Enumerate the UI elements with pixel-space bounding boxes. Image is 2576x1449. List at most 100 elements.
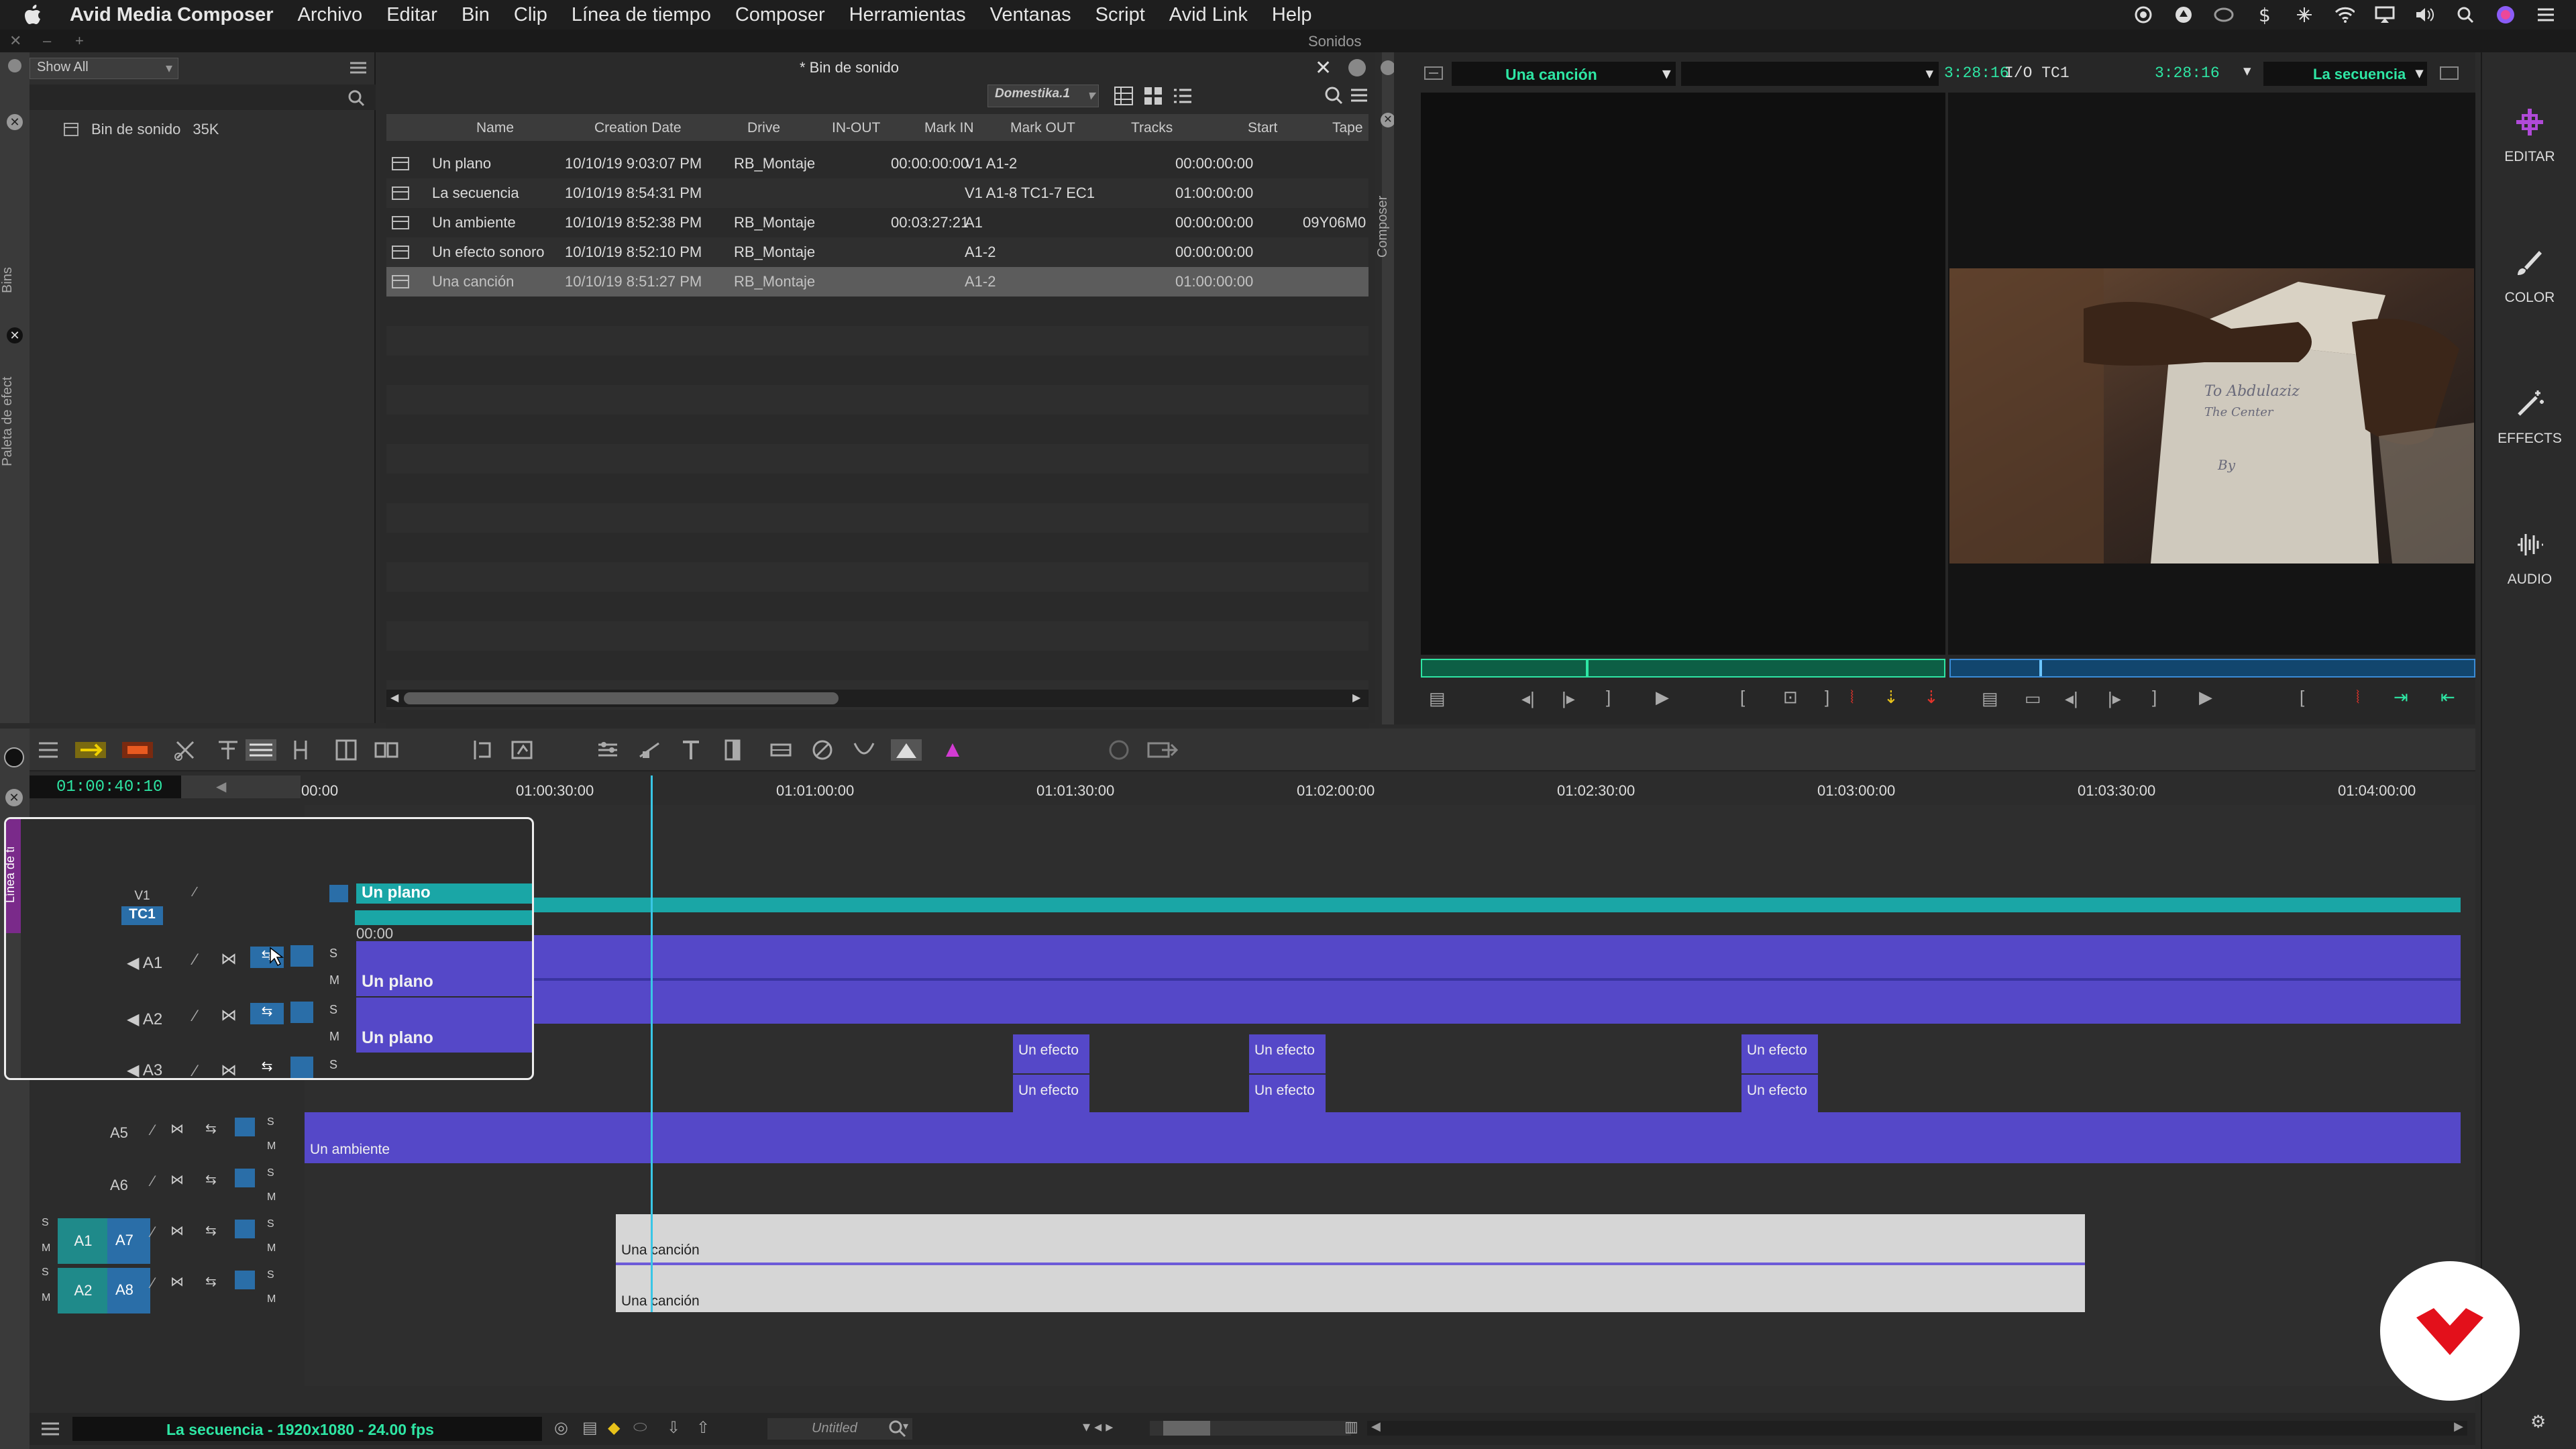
title-tool-icon[interactable] <box>679 738 703 762</box>
wifi-icon[interactable] <box>2334 5 2355 25</box>
play-source-icon[interactable]: ▶ <box>1656 687 1669 708</box>
mark-out-source-icon[interactable]: ] <box>1606 687 1611 708</box>
col-tape[interactable]: Tape <box>1332 120 1363 136</box>
composer-dot-icon[interactable] <box>1381 60 1395 75</box>
search-icon[interactable] <box>888 1419 907 1438</box>
bin-row[interactable]: Un plano 10/10/19 9:03:07 PM RB_Montaje 00:… <box>386 149 1368 178</box>
monitor-icon[interactable] <box>235 1169 255 1187</box>
bin-options-icon[interactable] <box>1348 59 1366 76</box>
waveform-icon[interactable]: ⋈ <box>170 1171 184 1188</box>
split-icon[interactable] <box>334 738 358 762</box>
mute-a8[interactable]: M <box>42 1292 50 1304</box>
scroll-left-icon[interactable]: ◀ <box>1371 1419 1381 1434</box>
monitor-icon[interactable] <box>290 945 313 967</box>
solo-toggle[interactable]: S <box>329 1058 337 1072</box>
source-monitor[interactable] <box>1421 93 1945 655</box>
trim-icon[interactable] <box>216 738 240 762</box>
solo-toggle[interactable]: S <box>267 1167 274 1179</box>
snap-icon[interactable] <box>890 738 923 762</box>
mute-a7[interactable]: M <box>42 1242 50 1254</box>
source-patch-a1[interactable]: A1 <box>58 1218 109 1264</box>
workspace-color[interactable]: COLOR <box>2482 220 2576 354</box>
waveform-icon[interactable]: ⋈ <box>221 1061 237 1078</box>
bin-row[interactable]: Una canción 10/10/19 8:51:27 PM RB_Montaje… <box>386 267 1368 297</box>
timeline-timecode-display[interactable]: 01:00:40:10 <box>30 775 181 798</box>
source-position-indicator[interactable] <box>1586 660 1589 676</box>
link-clips-icon[interactable] <box>374 738 398 762</box>
scroll-left-icon[interactable]: ◀ <box>390 691 398 704</box>
monitor-icon[interactable] <box>235 1220 255 1238</box>
monitor-icon[interactable] <box>235 1118 255 1136</box>
list-view-icon[interactable] <box>1173 86 1193 106</box>
record-position-indicator[interactable] <box>2039 660 2042 676</box>
upload-icon[interactable] <box>2174 5 2194 25</box>
monitor-icon[interactable] <box>235 1271 255 1289</box>
a3-clip-efecto-3[interactable]: Un efecto <box>1741 1034 1818 1073</box>
segment-mode-red-icon[interactable] <box>121 738 154 762</box>
add-icon[interactable]: + <box>75 32 84 50</box>
chevron-down-icon[interactable]: ▾ <box>2243 62 2251 80</box>
playhead[interactable] <box>651 775 653 1312</box>
timeline-menu-icon[interactable] <box>36 738 60 762</box>
overwrite-icon[interactable]: ⇣ <box>1924 687 1939 708</box>
mute-toggle[interactable]: M <box>267 1293 276 1305</box>
monitor-icon[interactable] <box>290 1057 313 1078</box>
waveform-icon[interactable]: ⋈ <box>170 1120 184 1137</box>
mute-toggle[interactable]: M <box>267 1191 276 1203</box>
add-edit-icon[interactable] <box>288 738 313 762</box>
source-patch-a2[interactable]: A2 <box>58 1268 109 1313</box>
timeline-options-icon[interactable] <box>40 1421 60 1437</box>
bin-search-field[interactable] <box>30 85 376 110</box>
play-record-icon[interactable]: ▶ <box>2199 687 2212 708</box>
mute-toggle[interactable]: M <box>267 1140 276 1152</box>
record-sequence-menu[interactable]: La secuencia ▾ <box>2263 62 2427 86</box>
a3-clip-efecto-1[interactable]: Un efecto <box>1013 1034 1089 1073</box>
cut-icon[interactable] <box>173 738 197 762</box>
monitor-icon[interactable] <box>290 1002 313 1023</box>
col-name[interactable]: Name <box>476 120 514 136</box>
frame-view-icon[interactable] <box>1114 86 1134 106</box>
upload-icon[interactable]: ⇧ <box>696 1418 710 1438</box>
network-icon[interactable] <box>2294 5 2314 25</box>
solo-toggle[interactable]: S <box>329 1003 337 1017</box>
bin-row[interactable]: La secuencia 10/10/19 8:54:31 PM V1 A1-8 T… <box>386 178 1368 208</box>
splice-in-icon[interactable]: ⇣ <box>1884 687 1898 708</box>
menu-ventanas[interactable]: Ventanas <box>990 4 1071 26</box>
mute-toggle[interactable]: M <box>267 1242 276 1254</box>
v1-sync-icon[interactable]: ⁄ <box>194 885 206 902</box>
export-icon[interactable] <box>1146 738 1179 762</box>
link-icon[interactable] <box>1424 66 1444 80</box>
audio-mixer-icon[interactable] <box>596 738 620 762</box>
close-bin-panel-icon[interactable]: ✕ <box>1315 56 1332 80</box>
composer-fullscreen-icon[interactable] <box>2439 66 2459 80</box>
marker-tool-icon[interactable] <box>720 738 745 762</box>
scroll-left-icon[interactable]: ◀ <box>216 778 226 795</box>
gain-icon[interactable] <box>637 738 661 762</box>
volume-keyframe-icon[interactable]: ⇆ <box>205 1120 217 1137</box>
a5-clip-ambiente[interactable]: Un ambiente <box>305 1112 2461 1163</box>
col-mark-in[interactable]: Mark IN <box>924 120 974 136</box>
record-menu-icon[interactable]: ▤ <box>1982 688 1998 709</box>
col-mark-out[interactable]: Mark OUT <box>1010 120 1075 136</box>
waveform-icon[interactable]: ⋈ <box>221 1006 237 1025</box>
app-name-menu[interactable]: Avid Media Composer <box>70 4 273 26</box>
mute-toggle[interactable]: M <box>329 1030 339 1044</box>
mute-toggle[interactable]: M <box>329 973 339 987</box>
volume-keyframe-icon[interactable]: ⇆ <box>205 1171 217 1188</box>
record-step-back-icon[interactable]: ◂| <box>2065 688 2078 709</box>
minimize-icon[interactable]: – <box>43 32 51 50</box>
solo-a8[interactable]: S <box>42 1267 49 1279</box>
view-dropdown[interactable]: Domestika.1 ▾ <box>987 85 1099 107</box>
timeline-ruler[interactable]: 00:00 01:00:30:00 01:01:00:00 01:01:30:0… <box>301 775 2475 805</box>
volume-icon[interactable] <box>2415 5 2435 25</box>
segment-mode-yellow-icon[interactable] <box>74 738 107 762</box>
zoom-left-icon[interactable]: ▾ ◂ ▸ <box>1083 1418 1113 1436</box>
creative-cloud-icon[interactable] <box>2214 5 2234 25</box>
record-clear-icon[interactable]: ⦚ <box>2356 687 2359 708</box>
solo-toggle[interactable]: S <box>267 1269 274 1281</box>
scroll-right-icon[interactable]: ▶ <box>2454 1419 2463 1434</box>
timeline-view-icon[interactable] <box>244 738 278 762</box>
search-icon[interactable] <box>2455 5 2475 25</box>
waveform-icon[interactable]: ⋈ <box>170 1273 184 1290</box>
waveform-icon[interactable]: ⋈ <box>170 1222 184 1239</box>
